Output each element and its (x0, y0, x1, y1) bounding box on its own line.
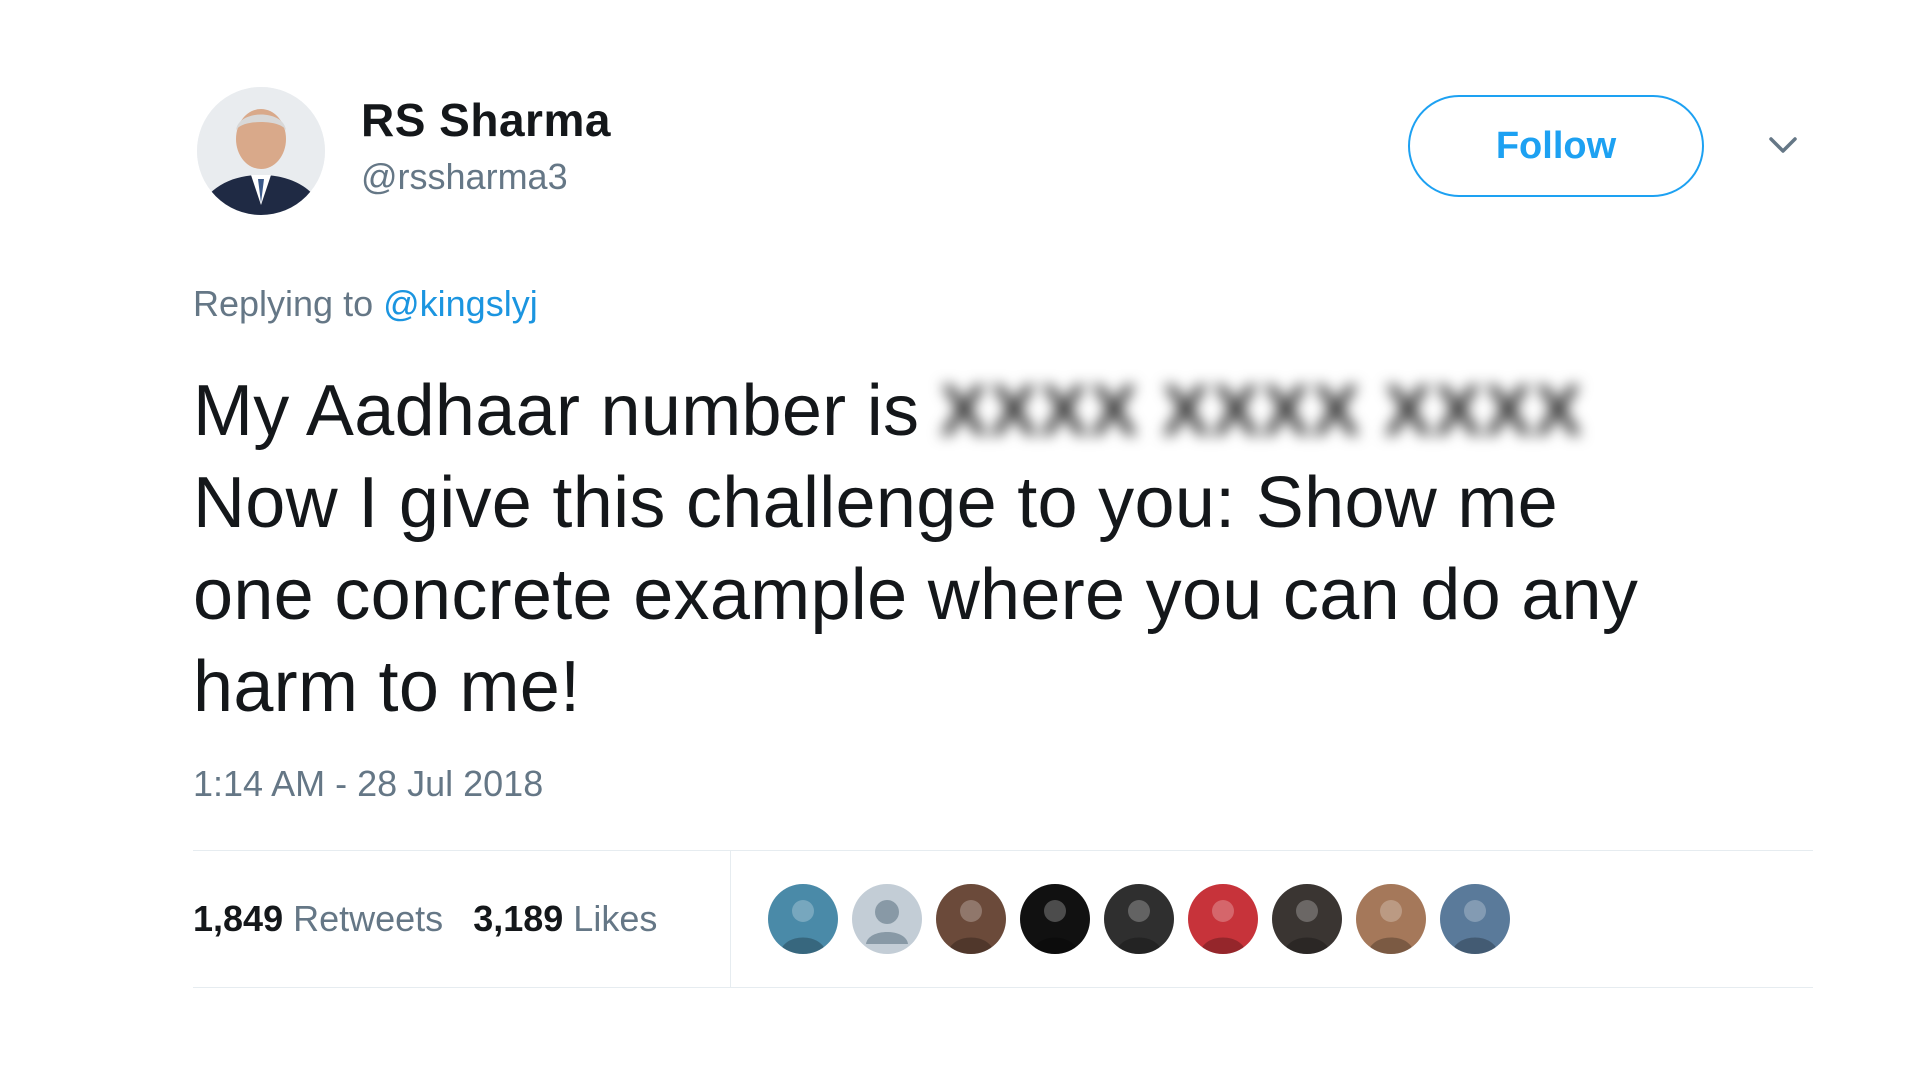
liker-avatar-face-icon[interactable] (1356, 884, 1426, 954)
follow-button[interactable]: Follow (1408, 95, 1704, 197)
reply-mention-link[interactable]: @kingslyj (383, 283, 538, 324)
avatar-portrait-icon (197, 87, 325, 215)
author-names: RS Sharma @rssharma3 (361, 85, 611, 199)
stats-vertical-divider (730, 851, 731, 987)
tweet-header: RS Sharma @rssharma3 Follow (193, 85, 1813, 235)
liker-avatar-logo-icon[interactable] (1020, 884, 1090, 954)
likes-label: Likes (573, 898, 658, 939)
blurred-aadhaar-number: XXXX XXXX XXXX (939, 371, 1584, 451)
more-options-chevron-down-icon[interactable] (1761, 123, 1805, 167)
tweet-timestamp[interactable]: 1:14 AM - 28 Jul 2018 (193, 763, 543, 805)
tweet-text-line-1: My Aadhaar number is XXXX XXXX XXXX (193, 365, 1793, 457)
likes-stat[interactable]: 3,189 Likes (473, 898, 657, 940)
retweets-count: 1,849 (193, 898, 284, 939)
tweet-stats: 1,849 Retweets 3,189 Likes (193, 851, 1813, 987)
author-avatar[interactable] (197, 87, 325, 215)
liker-avatar-red-icon[interactable] (1188, 884, 1258, 954)
stat-counts: 1,849 Retweets 3,189 Likes (193, 851, 687, 987)
stats-bottom-divider (193, 987, 1813, 988)
replying-to-label: Replying to (193, 283, 384, 324)
liker-avatar-dark-icon[interactable] (1272, 884, 1342, 954)
author-display-name[interactable]: RS Sharma (361, 85, 611, 155)
liker-avatar-cyclist-icon[interactable] (1440, 884, 1510, 954)
tweet-text-line-3: one concrete example where you can do an… (193, 555, 1639, 635)
author-handle[interactable]: @rssharma3 (361, 155, 611, 199)
liker-avatar-pool-icon[interactable] (768, 884, 838, 954)
tweet-text-line-2: Now I give this challenge to you: Show m… (193, 463, 1559, 543)
liker-avatar-portrait-dark-icon[interactable] (1104, 884, 1174, 954)
likes-count: 3,189 (473, 898, 564, 939)
retweets-label: Retweets (293, 898, 444, 939)
retweets-stat[interactable]: 1,849 Retweets (193, 898, 443, 940)
replying-to: Replying to @kingslyj (193, 283, 538, 325)
liker-avatars (768, 884, 1524, 954)
liker-avatar-default-icon[interactable] (852, 884, 922, 954)
tweet-card: RS Sharma @rssharma3 Follow Replying to … (193, 85, 1813, 988)
liker-avatar-portrait-icon[interactable] (936, 884, 1006, 954)
tweet-text-line-4: harm to me! (193, 647, 581, 727)
tweet-text-line-1-prefix: My Aadhaar number is (193, 371, 940, 451)
tweet-text: My Aadhaar number is XXXX XXXX XXXX Now … (193, 365, 1793, 733)
